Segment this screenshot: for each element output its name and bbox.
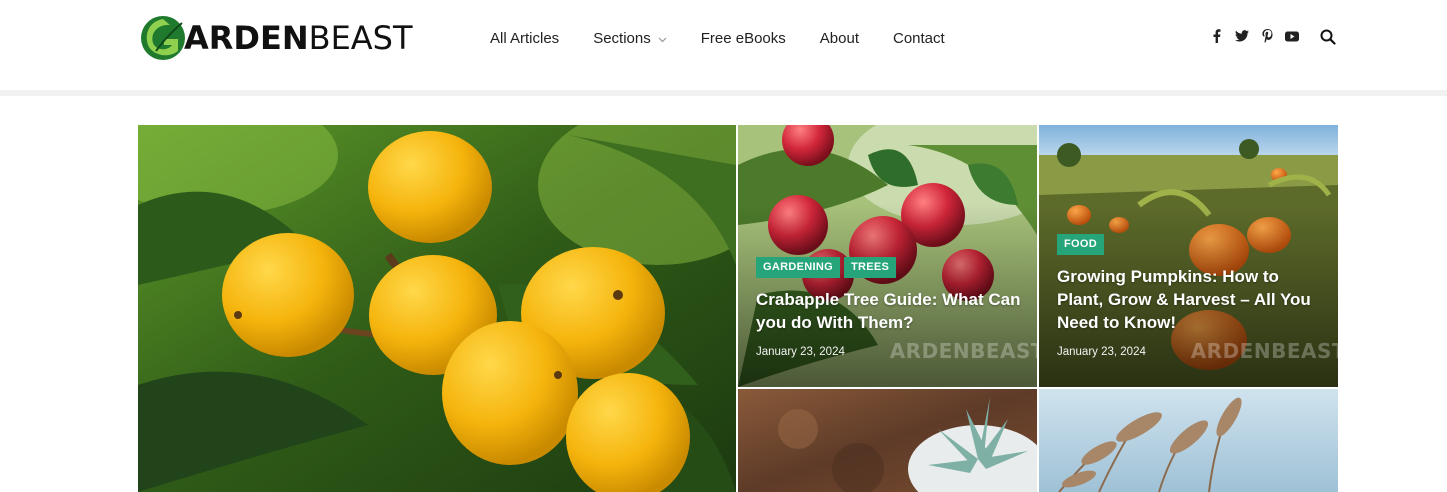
- main-nav: All Articles Sections Free eBooks About …: [490, 27, 979, 49]
- category-badge[interactable]: FOOD: [1057, 234, 1104, 255]
- pinterest-icon[interactable]: [1259, 28, 1275, 44]
- nav-label: Sections: [593, 29, 651, 47]
- nav-about[interactable]: About: [820, 30, 859, 47]
- post-tile-pumpkins[interactable]: ARDENBEAST FOOD Growing Pumpkins: How to…: [1039, 125, 1338, 387]
- logo-wordmark: ARDENBEAST: [184, 22, 413, 54]
- post-tile-succulent[interactable]: [738, 389, 1037, 492]
- post-meta: GARDENING TREES Crabapple Tree Guide: Wh…: [756, 257, 1023, 358]
- youtube-icon[interactable]: [1284, 28, 1300, 44]
- succulent-image: [738, 389, 1037, 492]
- post-categories: GARDENING TREES: [756, 257, 1023, 278]
- post-tile-featured[interactable]: [138, 125, 736, 492]
- nav-label: Free eBooks: [700, 29, 786, 47]
- post-tile-grass[interactable]: [1039, 389, 1338, 492]
- twitter-icon[interactable]: [1234, 28, 1250, 44]
- nav-contact[interactable]: Contact: [893, 30, 945, 47]
- logo-wordmark-light: BEAST: [308, 19, 413, 57]
- pampas-grass-image: [1039, 389, 1338, 492]
- post-title[interactable]: Growing Pumpkins: How to Plant, Grow & H…: [1057, 265, 1324, 334]
- site-header: ARDENBEAST All Articles Sections Free eB…: [0, 0, 1447, 90]
- category-badge[interactable]: TREES: [843, 257, 897, 278]
- nav-label: Contact: [892, 29, 945, 47]
- social-links: [1209, 28, 1309, 44]
- post-date: January 23, 2024: [1057, 346, 1146, 358]
- post-date: January 23, 2024: [756, 346, 845, 358]
- chevron-down-icon: [658, 30, 667, 47]
- logo-leaf-icon: [138, 13, 188, 63]
- post-categories: FOOD: [1057, 234, 1324, 255]
- header-divider: [0, 90, 1447, 96]
- post-meta: FOOD Growing Pumpkins: How to Plant, Gro…: [1057, 234, 1324, 358]
- logo-wordmark-bold: ARDEN: [184, 19, 309, 57]
- nav-all-articles[interactable]: All Articles: [490, 30, 559, 47]
- nav-label: All Articles: [490, 29, 560, 47]
- post-tile-crabapple[interactable]: ARDENBEAST GARDENING TREES Crabapple Tre…: [738, 125, 1037, 387]
- loquat-image: [138, 125, 736, 492]
- nav-label: About: [819, 29, 859, 47]
- category-badge[interactable]: GARDENING: [756, 257, 840, 278]
- nav-sections[interactable]: Sections: [593, 30, 667, 47]
- post-title[interactable]: Crabapple Tree Guide: What Can you do Wi…: [756, 288, 1023, 334]
- nav-free-ebooks[interactable]: Free eBooks: [701, 30, 786, 47]
- facebook-icon[interactable]: [1209, 28, 1225, 44]
- site-logo[interactable]: ARDENBEAST: [138, 12, 413, 64]
- search-icon[interactable]: [1320, 29, 1338, 47]
- featured-posts-grid: ARDENBEAST GARDENING TREES Crabapple Tre…: [138, 125, 1338, 492]
